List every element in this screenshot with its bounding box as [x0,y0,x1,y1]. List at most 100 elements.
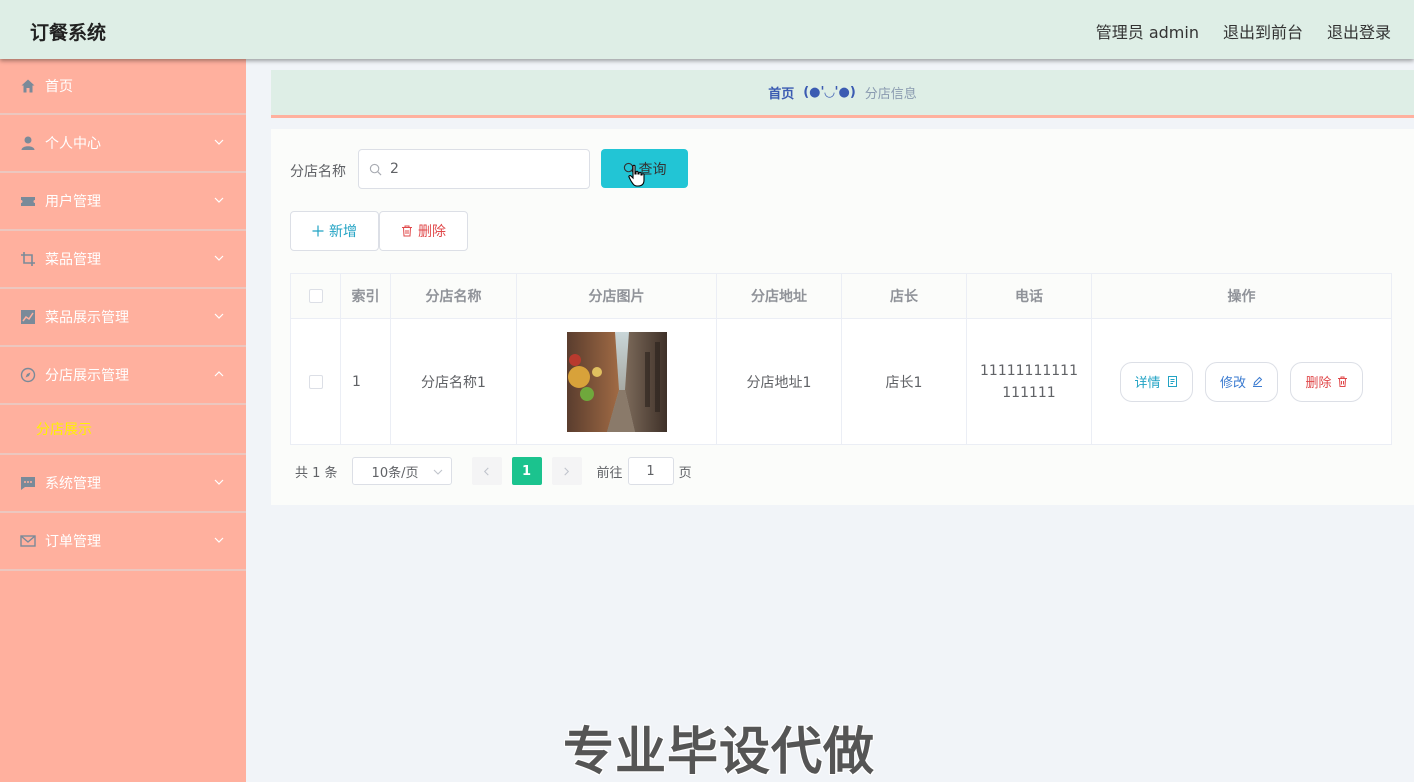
page-number-current[interactable]: 1 [511,457,542,485]
sidebar-item-label: 菜品展示管理 [45,310,129,326]
pencil-icon [1253,376,1263,387]
page-size-select[interactable]: 10条/页 [351,457,452,485]
sidebar-item-dish-display-management[interactable]: 菜品展示管理 [0,289,246,347]
table-header-row: 索引 分店名称 分店图片 分店地址 店长 电话 操作 [290,273,1392,319]
sidebar-item-dish-management[interactable]: 菜品管理 [0,231,246,289]
column-header: 分店图片 [516,273,717,319]
breadcrumb-separator: (●'◡'●) [803,85,856,100]
home-icon [20,78,36,94]
row-checkbox[interactable] [308,374,323,389]
back-to-frontend-link[interactable]: 退出到前台 [1223,19,1303,43]
sidebar-item-label: 系统管理 [45,476,101,492]
delete-button-label: 删除 [418,224,446,240]
detail-button[interactable]: 详情 [1119,361,1193,402]
goto-label: 前往 [596,465,623,481]
top-links: 管理员 admin 退出到前台 退出登录 [1096,19,1391,43]
breadcrumb: 首页 (●'◡'●) 分店信息 [271,70,1414,118]
column-header: 分店地址 [716,273,842,319]
breadcrumb-current: 分店信息 [864,87,917,102]
select-all-checkbox[interactable] [308,289,323,303]
phone-cell: 11111111111111111 [966,318,1092,445]
document-icon [1167,376,1177,387]
pagination: 共 1 条 10条/页 1 前往 页 [295,457,692,485]
prev-page-button[interactable] [471,457,502,485]
message-icon [20,475,36,491]
sidebar-item-label: 订单管理 [45,534,101,550]
row-select-cell [290,318,341,445]
top-bar: 订餐系统 管理员 admin 退出到前台 退出登录 [0,0,1414,59]
sidebar: 首页 个人中心 用户管理 菜品管理 菜品展示管理 分店展示管理 分店展示 系统管… [0,59,246,782]
sidebar-item-order-management[interactable]: 订单管理 [0,513,246,571]
breadcrumb-home[interactable]: 首页 [768,83,794,102]
column-header: 索引 [340,273,391,319]
search-label: 分店名称 [290,164,346,180]
user-icon [20,135,36,151]
chevron-down-icon [214,313,224,319]
edit-button[interactable]: 修改 [1205,361,1278,402]
edit-button-label: 修改 [1219,376,1246,391]
sidebar-item-label: 用户管理 [45,194,101,210]
app-title: 订餐系统 [30,22,107,44]
phone-text: 11111111111111111 [980,362,1078,401]
goto-page-input[interactable] [627,457,674,485]
sidebar-item-label: 菜品管理 [45,252,101,268]
sidebar-item-label: 分店展示管理 [45,368,129,384]
page-size-value: 10条/页 [371,465,419,481]
chevron-down-icon [214,197,224,203]
hand-cursor-icon [628,164,645,187]
ticket-icon [20,193,36,209]
trash-icon [402,225,412,237]
branch-name-cell: 分店名称1 [390,318,517,445]
row-delete-button-label: 删除 [1305,376,1332,391]
crop-icon [20,251,36,267]
chevron-down-icon [214,479,224,485]
sidebar-subitem-label: 分店展示 [36,422,92,438]
chevron-left-icon [483,467,489,475]
manager-cell: 店长1 [841,318,967,445]
chart-icon [20,309,36,325]
search-icon [369,163,382,175]
sidebar-item-system-management[interactable]: 系统管理 [0,455,246,513]
admin-user-link[interactable]: 管理员 admin [1096,19,1199,43]
goto-page: 前往 页 [597,457,692,485]
column-header: 操作 [1091,273,1392,319]
select-all-cell [290,273,341,319]
branch-image[interactable] [566,331,667,432]
column-header: 店长 [841,273,967,319]
chevron-down-icon [214,255,224,261]
detail-button-label: 详情 [1134,376,1161,391]
chevron-down-icon [214,537,224,543]
compass-icon [20,367,36,383]
add-button[interactable]: 新增 [290,211,379,251]
chevron-up-icon [214,371,224,377]
sidebar-subitem-branch-display[interactable]: 分店展示 [0,405,246,455]
sidebar-item-label: 首页 [45,79,73,95]
add-button-label: 新增 [329,224,357,240]
batch-delete-button[interactable]: 删除 [379,211,468,251]
search-field[interactable] [358,149,590,189]
main-panel: 分店名称 查询 新增 删除 索引 分店名称 分店图片 分店地址 店长 电话 操作 [271,129,1414,505]
page-unit-label: 页 [678,465,692,481]
search-input[interactable] [390,161,570,177]
branch-image-cell [516,318,717,445]
table-row: 1 分店名称1 分店地址1 店长1 11111111111111111 详情 修… [290,318,1392,445]
total-count: 共 1 条 [295,465,338,481]
sidebar-item-label: 个人中心 [45,136,101,152]
logout-link[interactable]: 退出登录 [1327,19,1391,43]
sidebar-item-branch-display-management[interactable]: 分店展示管理 [0,347,246,405]
next-page-button[interactable] [551,457,582,485]
plus-icon [312,225,324,237]
sidebar-item-home[interactable]: 首页 [0,59,246,115]
sidebar-item-user-management[interactable]: 用户管理 [0,173,246,231]
branch-address-cell: 分店地址1 [716,318,842,445]
trash-icon [1338,376,1348,387]
mail-icon [20,533,36,549]
row-delete-button[interactable]: 删除 [1290,361,1364,402]
chevron-down-icon [433,469,442,475]
column-header: 电话 [966,273,1092,319]
index-cell: 1 [340,318,391,445]
chevron-right-icon [564,467,570,475]
actions-cell: 详情 修改 删除 [1091,318,1392,445]
sidebar-item-personal-center[interactable]: 个人中心 [0,115,246,173]
watermark-text: 专业毕设代做 [563,723,876,782]
